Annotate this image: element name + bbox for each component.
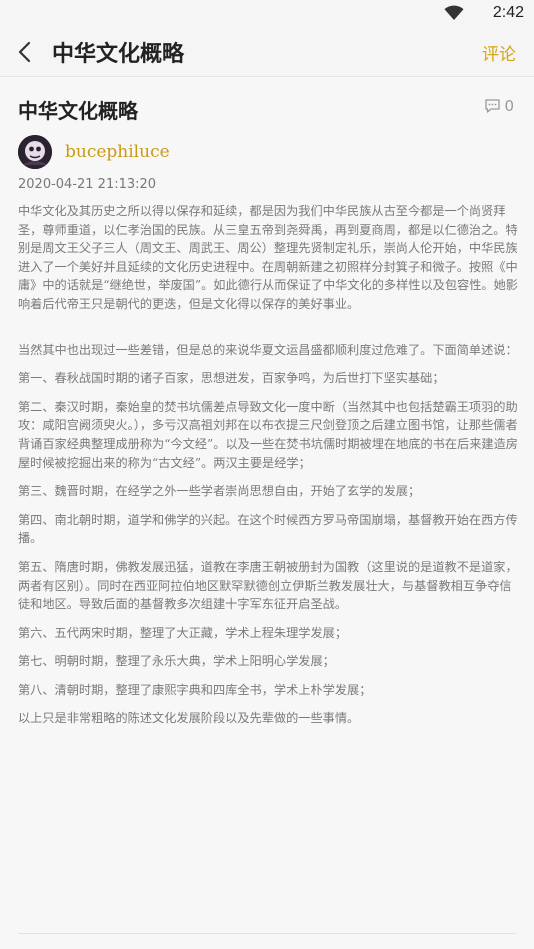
paragraph: 第四、南北朝时期，道学和佛学的兴起。在这个时候西方罗马帝国崩塌，基督教开始在西方…	[18, 512, 518, 546]
paragraph: 第七、明朝时期，整理了永乐大典，学术上阳明心学发展；	[18, 654, 335, 669]
status-time: 2:42	[492, 4, 524, 21]
comment-bubble-icon	[485, 99, 501, 113]
wifi-icon	[444, 5, 464, 20]
app-bar: 中华文化概略 评论	[0, 28, 534, 77]
author-name[interactable]: bucephiluce	[65, 142, 170, 162]
back-chevron-icon[interactable]	[14, 40, 36, 64]
article-title: 中华文化概略	[18, 99, 138, 123]
author-row[interactable]: bucephiluce	[18, 134, 170, 170]
paragraph: 第一、春秋战国时期的诸子百家，思想迸发，百家争鸣，为后世打下坚实基础；	[18, 371, 445, 386]
paragraph: 第五、隋唐时期，佛教发展迅猛，道教在李唐王朝被册封为国教（这里说的是道教不是道家…	[18, 559, 518, 612]
comment-count-button[interactable]: 0	[484, 97, 514, 115]
paragraph: 第八、清朝时期，整理了康熙字典和四库全书，学术上朴学发展；	[18, 682, 372, 697]
page-title: 中华文化概略	[52, 42, 185, 67]
post-date: 2020-04-21 21:13:20	[18, 177, 157, 192]
avatar-image	[18, 135, 52, 169]
paragraph: 第六、五代两宋时期，整理了大正藏，学术上程朱理学发展；	[18, 625, 348, 640]
paragraph: 当然其中也出现过一些差错，但是总的来说华夏文运昌盛都顺利度过危难了。下面简单述说…	[18, 342, 518, 357]
article-body: 中华文化及其历史之所以得以保存和延续，都是因为我们中华民族从古至今都是一个尚贤拜…	[18, 202, 518, 738]
paragraph: 中华文化及其历史之所以得以保存和延续，都是因为我们中华民族从古至今都是一个尚贤拜…	[18, 204, 518, 311]
article-content: 中华文化概略 0 bucephiluce 2020-04-21 21:13:20…	[0, 77, 534, 949]
divider	[18, 933, 516, 934]
paragraph: 第二、秦汉时期，秦始皇的焚书坑儒差点导致文化一度中断（当然其中也包括楚霸王项羽的…	[18, 399, 518, 470]
avatar[interactable]	[18, 135, 52, 169]
paragraph: 第三、魏晋时期，在经学之外一些学者崇尚思想自由，开始了玄学的发展；	[18, 484, 421, 499]
comments-link[interactable]: 评论	[482, 40, 516, 65]
status-bar: 2:42	[0, 0, 534, 28]
comment-count: 0	[504, 97, 514, 115]
paragraph: 以上只是非常粗略的陈述文化发展阶段以及先辈做的一些事情。	[18, 711, 360, 726]
